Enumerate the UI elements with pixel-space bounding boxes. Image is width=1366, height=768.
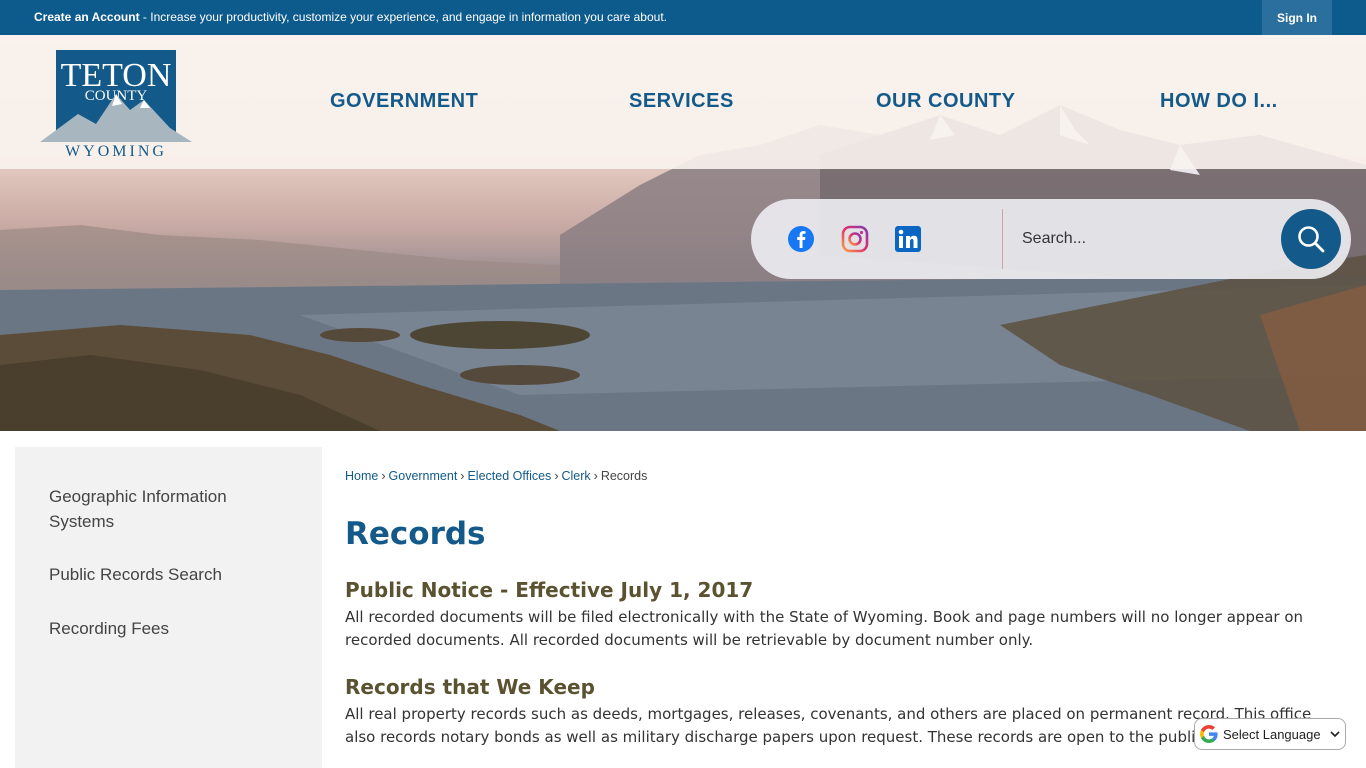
section-body-records-we-keep: All real property records such as deeds,… <box>345 705 1312 746</box>
account-message: Create an Account - Increase your produc… <box>34 10 667 24</box>
linkedin-icon[interactable] <box>894 225 922 253</box>
chevron-down-icon <box>1330 731 1340 738</box>
nav-government[interactable]: GOVERNMENT <box>330 90 478 113</box>
sidebar-item-gis[interactable]: Geographic Information Systems <box>49 484 289 534</box>
search-input[interactable] <box>1012 221 1272 257</box>
sidebar-item-public-records-search[interactable]: Public Records Search <box>49 562 289 587</box>
page-title: Records <box>345 516 486 552</box>
search-icon <box>1298 226 1325 253</box>
search-divider <box>1002 209 1003 269</box>
nav-services[interactable]: SERVICES <box>629 90 734 113</box>
teton-county-logo[interactable]: TETON COUNTY WYOMING <box>38 48 192 158</box>
logo-line3: WYOMING <box>65 143 167 158</box>
language-select[interactable]: Select Language <box>1194 718 1346 750</box>
breadcrumb-home[interactable]: Home <box>345 469 378 483</box>
facebook-icon[interactable] <box>787 225 815 253</box>
instagram-icon[interactable] <box>841 225 869 253</box>
breadcrumb-clerk[interactable]: Clerk <box>561 469 590 483</box>
breadcrumb: Home › Government › Elected Offices › Clerk › Re… <box>345 469 648 483</box>
section-body-public-notice: All recorded documents will be filed ele… <box>345 608 1304 649</box>
section-heading-public-notice: Public Notice - Effective July 1, 2017 <box>345 578 754 602</box>
breadcrumb-government[interactable]: Government <box>389 469 458 483</box>
google-icon <box>1200 725 1218 743</box>
language-select-label: Select Language <box>1223 726 1321 742</box>
breadcrumb-current: Records <box>600 469 648 483</box>
nav-our-county[interactable]: OUR COUNTY <box>876 90 1015 113</box>
search-button[interactable] <box>1281 209 1341 269</box>
sign-in-button[interactable]: Sign In <box>1262 0 1332 35</box>
account-bar: Create an Account - Increase your produc… <box>0 0 1366 35</box>
account-message-text: - Increase your productivity, customize … <box>139 10 667 24</box>
section-heading-records-we-keep: Records that We Keep <box>345 675 595 699</box>
sidebar-item-recording-fees[interactable]: Recording Fees <box>49 616 289 641</box>
nav-how-do-i[interactable]: HOW DO I... <box>1160 90 1278 113</box>
create-account-link[interactable]: Create an Account <box>34 10 140 24</box>
breadcrumb-elected-offices[interactable]: Elected Offices <box>467 469 551 483</box>
